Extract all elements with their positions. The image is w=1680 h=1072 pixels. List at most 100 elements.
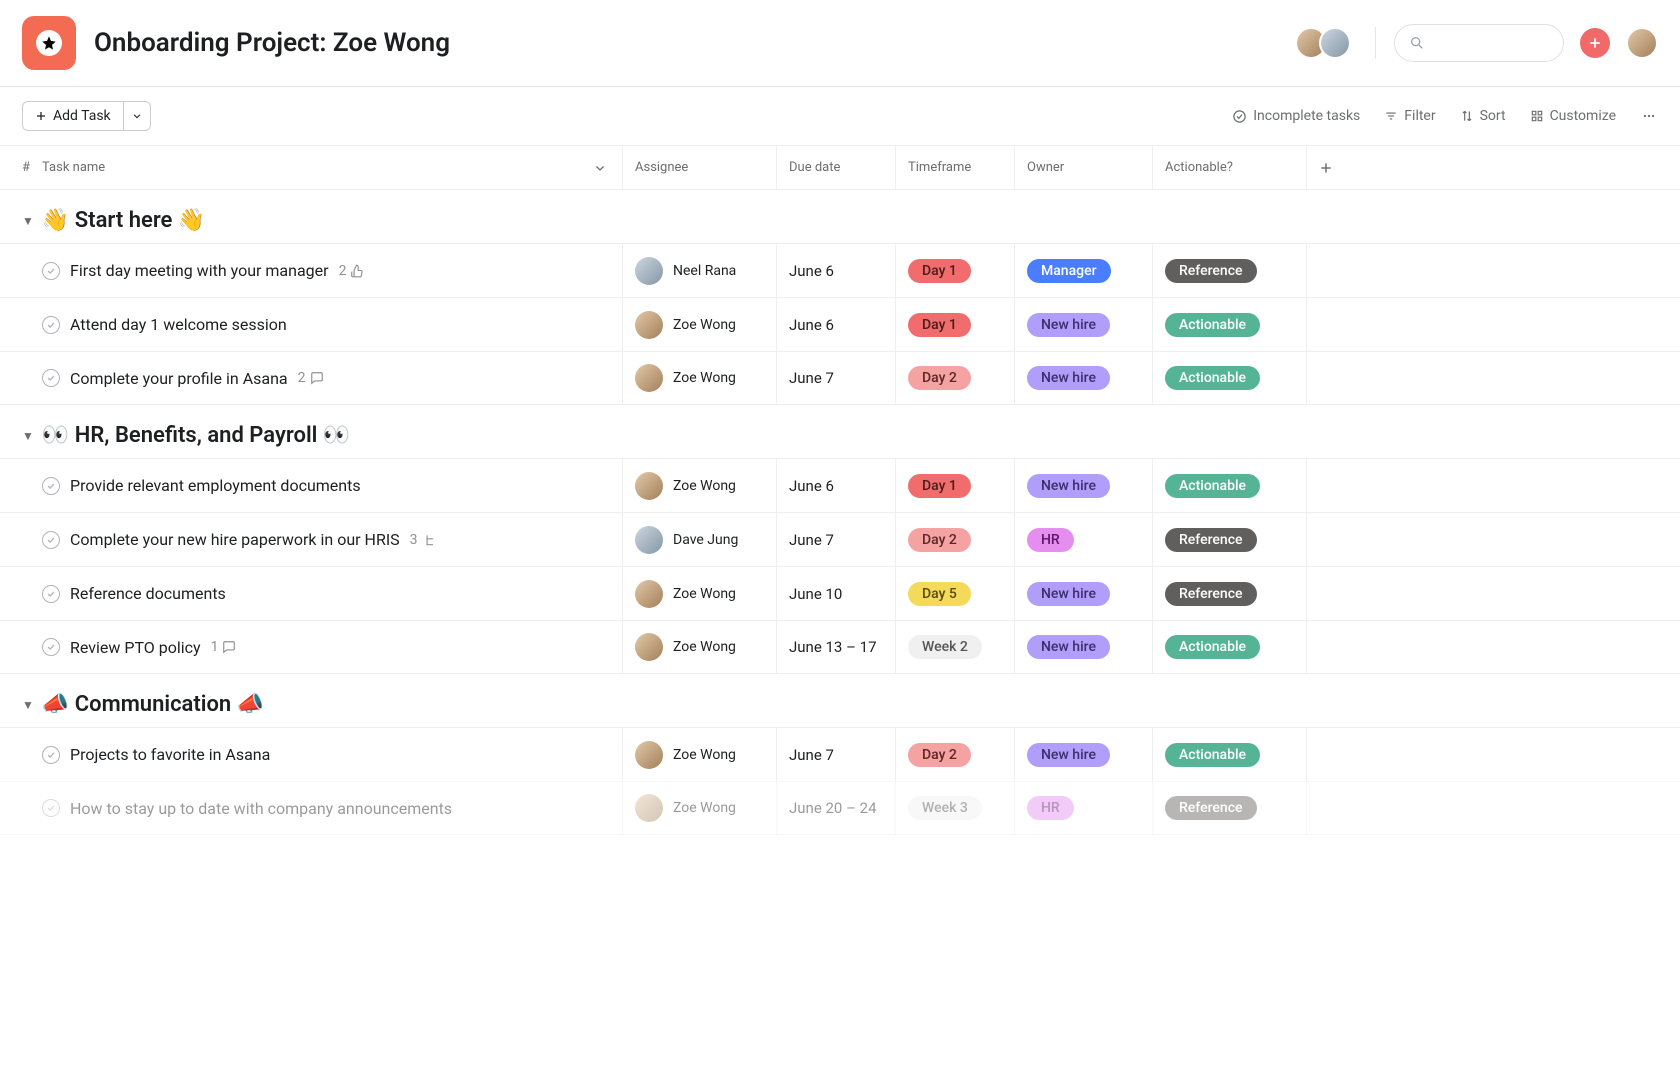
col-header-actionable[interactable]: Actionable? bbox=[1152, 146, 1306, 189]
add-task-dropdown[interactable] bbox=[124, 101, 151, 131]
customize-button[interactable]: Customize bbox=[1530, 108, 1616, 124]
timeframe-cell[interactable]: Week 3 bbox=[895, 782, 1014, 834]
table-row[interactable]: Reference documentsZoe WongJune 10Day 5N… bbox=[0, 566, 1680, 620]
owner-cell[interactable]: New hire bbox=[1014, 567, 1152, 620]
task-cell[interactable]: Provide relevant employment documents bbox=[42, 459, 622, 512]
table-row[interactable]: How to stay up to date with company anno… bbox=[0, 781, 1680, 835]
assignee-cell[interactable]: Zoe Wong bbox=[622, 728, 776, 781]
timeframe-cell[interactable]: Day 1 bbox=[895, 244, 1014, 297]
assignee-cell[interactable]: Zoe Wong bbox=[622, 621, 776, 673]
actionable-cell[interactable]: Actionable bbox=[1152, 621, 1306, 673]
member-avatars[interactable] bbox=[1295, 27, 1351, 59]
owner-cell[interactable]: Manager bbox=[1014, 244, 1152, 297]
timeframe-cell[interactable]: Day 2 bbox=[895, 513, 1014, 566]
timeframe-cell[interactable]: Day 5 bbox=[895, 567, 1014, 620]
due-date-cell[interactable]: June 7 bbox=[776, 513, 895, 566]
table-row[interactable]: Provide relevant employment documentsZoe… bbox=[0, 458, 1680, 512]
chevron-down-icon bbox=[132, 111, 142, 121]
due-date-cell[interactable]: June 6 bbox=[776, 459, 895, 512]
user-avatar[interactable] bbox=[1626, 27, 1658, 59]
actionable-cell[interactable]: Actionable bbox=[1152, 459, 1306, 512]
owner-pill: New hire bbox=[1027, 635, 1110, 659]
complete-checkbox[interactable] bbox=[42, 531, 60, 549]
add-task-button[interactable]: Add Task bbox=[22, 101, 124, 131]
col-header-timeframe[interactable]: Timeframe bbox=[895, 146, 1014, 189]
assignee-cell[interactable]: Zoe Wong bbox=[622, 567, 776, 620]
task-cell[interactable]: Review PTO policy1 bbox=[42, 621, 622, 673]
more-options-button[interactable] bbox=[1640, 109, 1658, 123]
col-header-task[interactable]: Task name bbox=[42, 146, 622, 189]
owner-cell[interactable]: New hire bbox=[1014, 298, 1152, 351]
task-cell[interactable]: First day meeting with your manager2 bbox=[42, 244, 622, 297]
timeframe-cell[interactable]: Day 1 bbox=[895, 459, 1014, 512]
due-date-cell[interactable]: June 20 – 24 bbox=[776, 782, 895, 834]
sort-button[interactable]: Sort bbox=[1460, 108, 1506, 124]
search-input[interactable] bbox=[1394, 24, 1564, 62]
timeframe-cell[interactable]: Day 2 bbox=[895, 352, 1014, 404]
extra-cell bbox=[1306, 352, 1680, 404]
col-header-assignee[interactable]: Assignee bbox=[622, 146, 776, 189]
task-cell[interactable]: Complete your new hire paperwork in our … bbox=[42, 513, 622, 566]
owner-cell[interactable]: HR bbox=[1014, 782, 1152, 834]
caret-down-icon[interactable]: ▼ bbox=[22, 698, 34, 712]
owner-cell[interactable]: New hire bbox=[1014, 352, 1152, 404]
add-column-button[interactable] bbox=[1306, 147, 1680, 189]
due-date-cell[interactable]: June 6 bbox=[776, 244, 895, 297]
incomplete-tasks-filter[interactable]: Incomplete tasks bbox=[1232, 108, 1360, 124]
table-row[interactable]: First day meeting with your manager2 Nee… bbox=[0, 243, 1680, 297]
task-cell[interactable]: How to stay up to date with company anno… bbox=[42, 782, 622, 834]
assignee-cell[interactable]: Zoe Wong bbox=[622, 298, 776, 351]
section-header[interactable]: ▼📣 Communication 📣 bbox=[0, 674, 1680, 727]
due-date-cell[interactable]: June 10 bbox=[776, 567, 895, 620]
complete-checkbox[interactable] bbox=[42, 316, 60, 334]
actionable-cell[interactable]: Actionable bbox=[1152, 352, 1306, 404]
filter-button[interactable]: Filter bbox=[1384, 108, 1435, 124]
avatar[interactable] bbox=[1319, 27, 1351, 59]
due-date-cell[interactable]: June 7 bbox=[776, 352, 895, 404]
timeframe-cell[interactable]: Day 2 bbox=[895, 728, 1014, 781]
assignee-cell[interactable]: Zoe Wong bbox=[622, 782, 776, 834]
section-header[interactable]: ▼👋 Start here 👋 bbox=[0, 190, 1680, 243]
task-cell[interactable]: Projects to favorite in Asana bbox=[42, 728, 622, 781]
task-cell[interactable]: Complete your profile in Asana2 bbox=[42, 352, 622, 404]
actionable-cell[interactable]: Reference bbox=[1152, 513, 1306, 566]
assignee-cell[interactable]: Zoe Wong bbox=[622, 459, 776, 512]
owner-cell[interactable]: New hire bbox=[1014, 459, 1152, 512]
owner-cell[interactable]: New hire bbox=[1014, 621, 1152, 673]
task-cell[interactable]: Reference documents bbox=[42, 567, 622, 620]
section-header[interactable]: ▼👀 HR, Benefits, and Payroll 👀 bbox=[0, 405, 1680, 458]
actionable-cell[interactable]: Reference bbox=[1152, 244, 1306, 297]
complete-checkbox[interactable] bbox=[42, 746, 60, 764]
complete-checkbox[interactable] bbox=[42, 477, 60, 495]
timeframe-cell[interactable]: Week 2 bbox=[895, 621, 1014, 673]
complete-checkbox[interactable] bbox=[42, 638, 60, 656]
due-date-cell[interactable]: June 13 – 17 bbox=[776, 621, 895, 673]
complete-checkbox[interactable] bbox=[42, 799, 60, 817]
due-date-cell[interactable]: June 7 bbox=[776, 728, 895, 781]
due-date-cell[interactable]: June 6 bbox=[776, 298, 895, 351]
actionable-cell[interactable]: Reference bbox=[1152, 782, 1306, 834]
table-row[interactable]: Review PTO policy1 Zoe WongJune 13 – 17W… bbox=[0, 620, 1680, 674]
table-row[interactable]: Complete your profile in Asana2 Zoe Wong… bbox=[0, 351, 1680, 405]
assignee-cell[interactable]: Neel Rana bbox=[622, 244, 776, 297]
complete-checkbox[interactable] bbox=[42, 369, 60, 387]
timeframe-cell[interactable]: Day 1 bbox=[895, 298, 1014, 351]
table-row[interactable]: Attend day 1 welcome sessionZoe WongJune… bbox=[0, 297, 1680, 351]
assignee-cell[interactable]: Dave Jung bbox=[622, 513, 776, 566]
actionable-cell[interactable]: Reference bbox=[1152, 567, 1306, 620]
task-cell[interactable]: Attend day 1 welcome session bbox=[42, 298, 622, 351]
caret-down-icon[interactable]: ▼ bbox=[22, 214, 34, 228]
global-add-button[interactable] bbox=[1580, 28, 1610, 58]
table-row[interactable]: Complete your new hire paperwork in our … bbox=[0, 512, 1680, 566]
assignee-cell[interactable]: Zoe Wong bbox=[622, 352, 776, 404]
col-header-owner[interactable]: Owner bbox=[1014, 146, 1152, 189]
actionable-cell[interactable]: Actionable bbox=[1152, 728, 1306, 781]
owner-cell[interactable]: New hire bbox=[1014, 728, 1152, 781]
actionable-cell[interactable]: Actionable bbox=[1152, 298, 1306, 351]
col-header-due[interactable]: Due date bbox=[776, 146, 895, 189]
table-row[interactable]: Projects to favorite in AsanaZoe WongJun… bbox=[0, 727, 1680, 781]
caret-down-icon[interactable]: ▼ bbox=[22, 429, 34, 443]
complete-checkbox[interactable] bbox=[42, 262, 60, 280]
owner-cell[interactable]: HR bbox=[1014, 513, 1152, 566]
complete-checkbox[interactable] bbox=[42, 585, 60, 603]
